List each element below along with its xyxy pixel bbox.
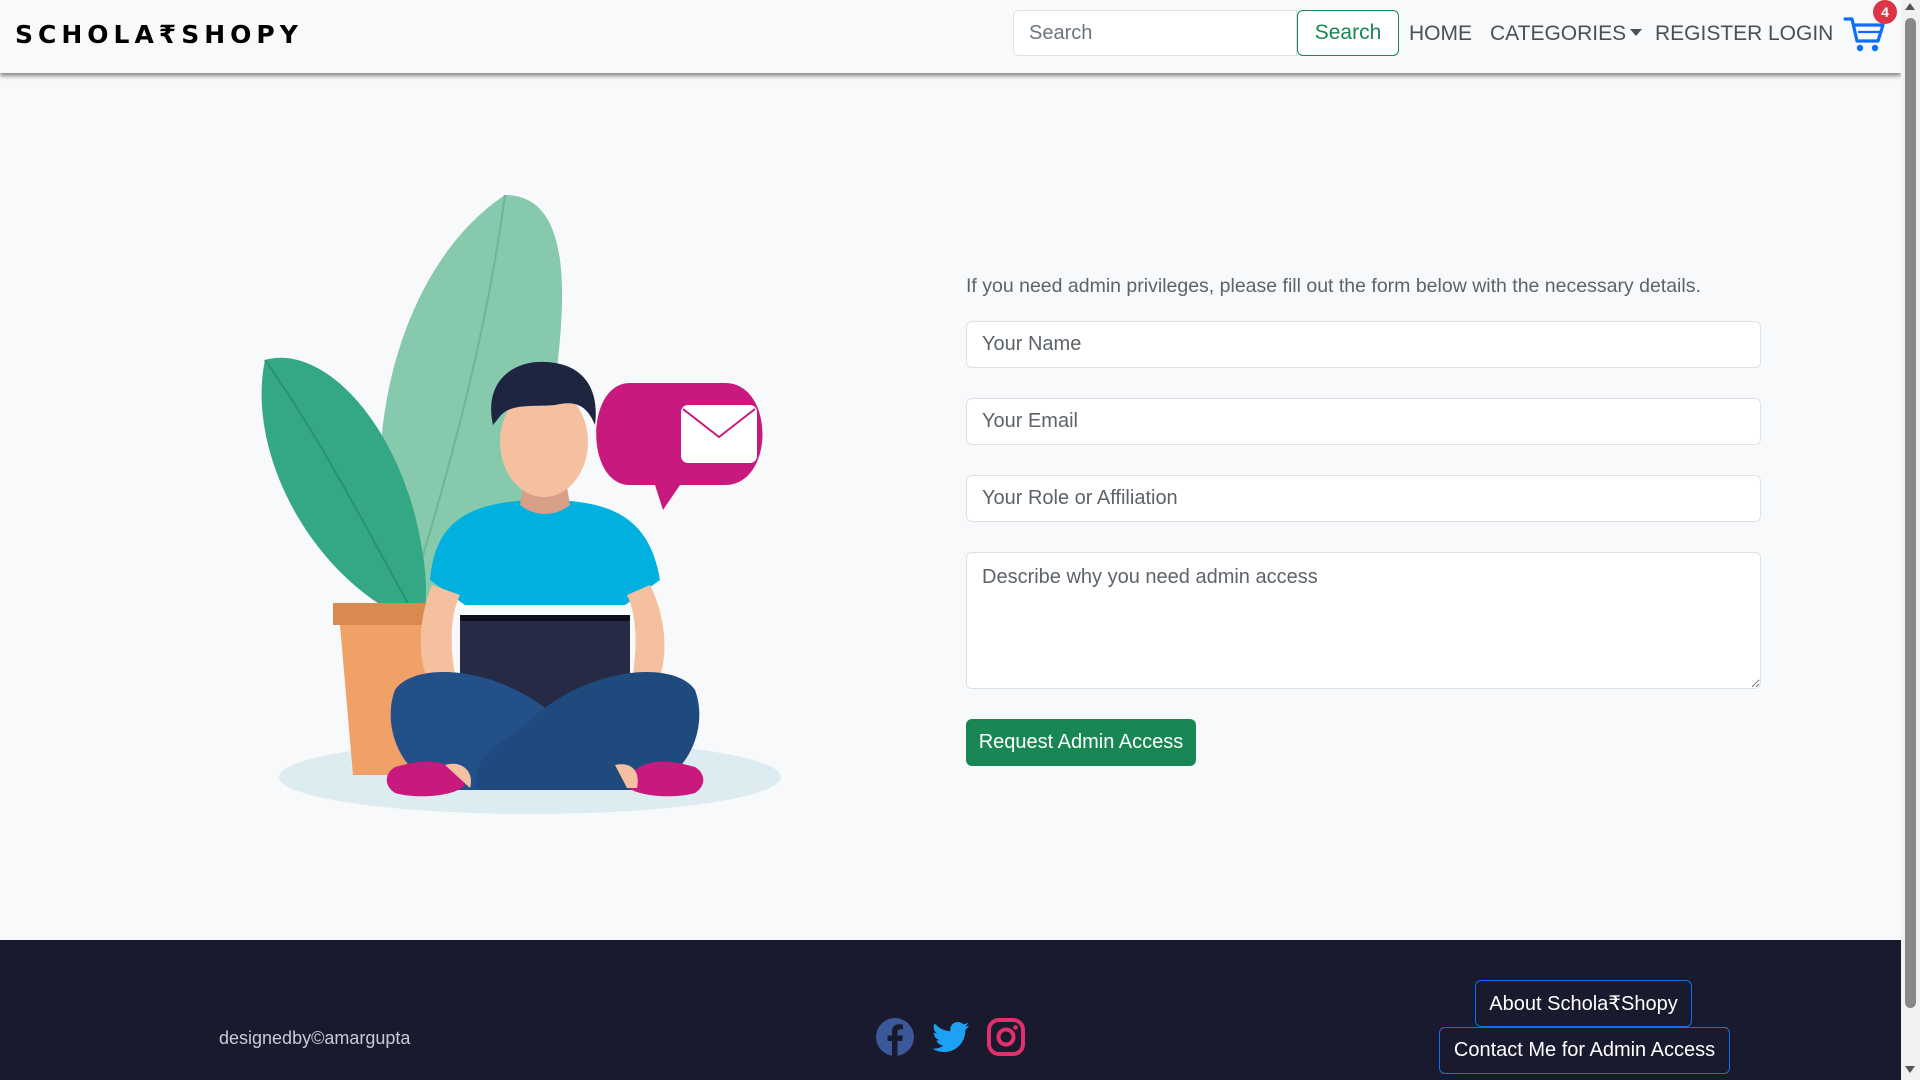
instagram-icon[interactable]: [986, 1017, 1026, 1057]
facebook-icon[interactable]: [875, 1017, 915, 1057]
search-button[interactable]: Search: [1297, 10, 1399, 56]
scroll-up-arrow-icon[interactable]: [1905, 3, 1915, 10]
nav-home-link[interactable]: HOME: [1409, 22, 1472, 46]
page-scrollbar[interactable]: [1901, 0, 1920, 1080]
about-button[interactable]: About Schola₹Shopy: [1475, 980, 1692, 1027]
scroll-down-arrow-icon[interactable]: [1905, 1066, 1915, 1073]
footer-credit: designedby©amargupta: [219, 1028, 411, 1048]
request-admin-access-button[interactable]: Request Admin Access: [966, 719, 1196, 766]
form-intro-text: If you need admin privileges, please fil…: [966, 275, 1701, 297]
search-input[interactable]: [1013, 10, 1297, 56]
email-field[interactable]: [966, 398, 1761, 445]
nav-register-link[interactable]: REGISTER: [1655, 22, 1762, 46]
name-field[interactable]: [966, 321, 1761, 368]
nav-login-link[interactable]: LOGIN: [1768, 22, 1833, 46]
twitter-icon[interactable]: [931, 1017, 971, 1057]
cart-count-badge: 4: [1873, 0, 1897, 24]
navbar: SCHOLA₹SHOPY Search HOME CATEGORIES REGI…: [0, 0, 1901, 73]
nav-categories-dropdown[interactable]: CATEGORIES: [1490, 22, 1643, 46]
nav-categories-label: CATEGORIES: [1490, 22, 1627, 45]
caret-down-icon: [1630, 28, 1643, 36]
contact-admin-button[interactable]: Contact Me for Admin Access: [1439, 1027, 1730, 1074]
brand-logo[interactable]: SCHOLA₹SHOPY: [15, 20, 303, 49]
role-field[interactable]: [966, 475, 1761, 522]
scroll-thumb[interactable]: [1905, 18, 1916, 1008]
contact-illustration: [261, 194, 781, 814]
reason-textarea[interactable]: [966, 552, 1761, 689]
